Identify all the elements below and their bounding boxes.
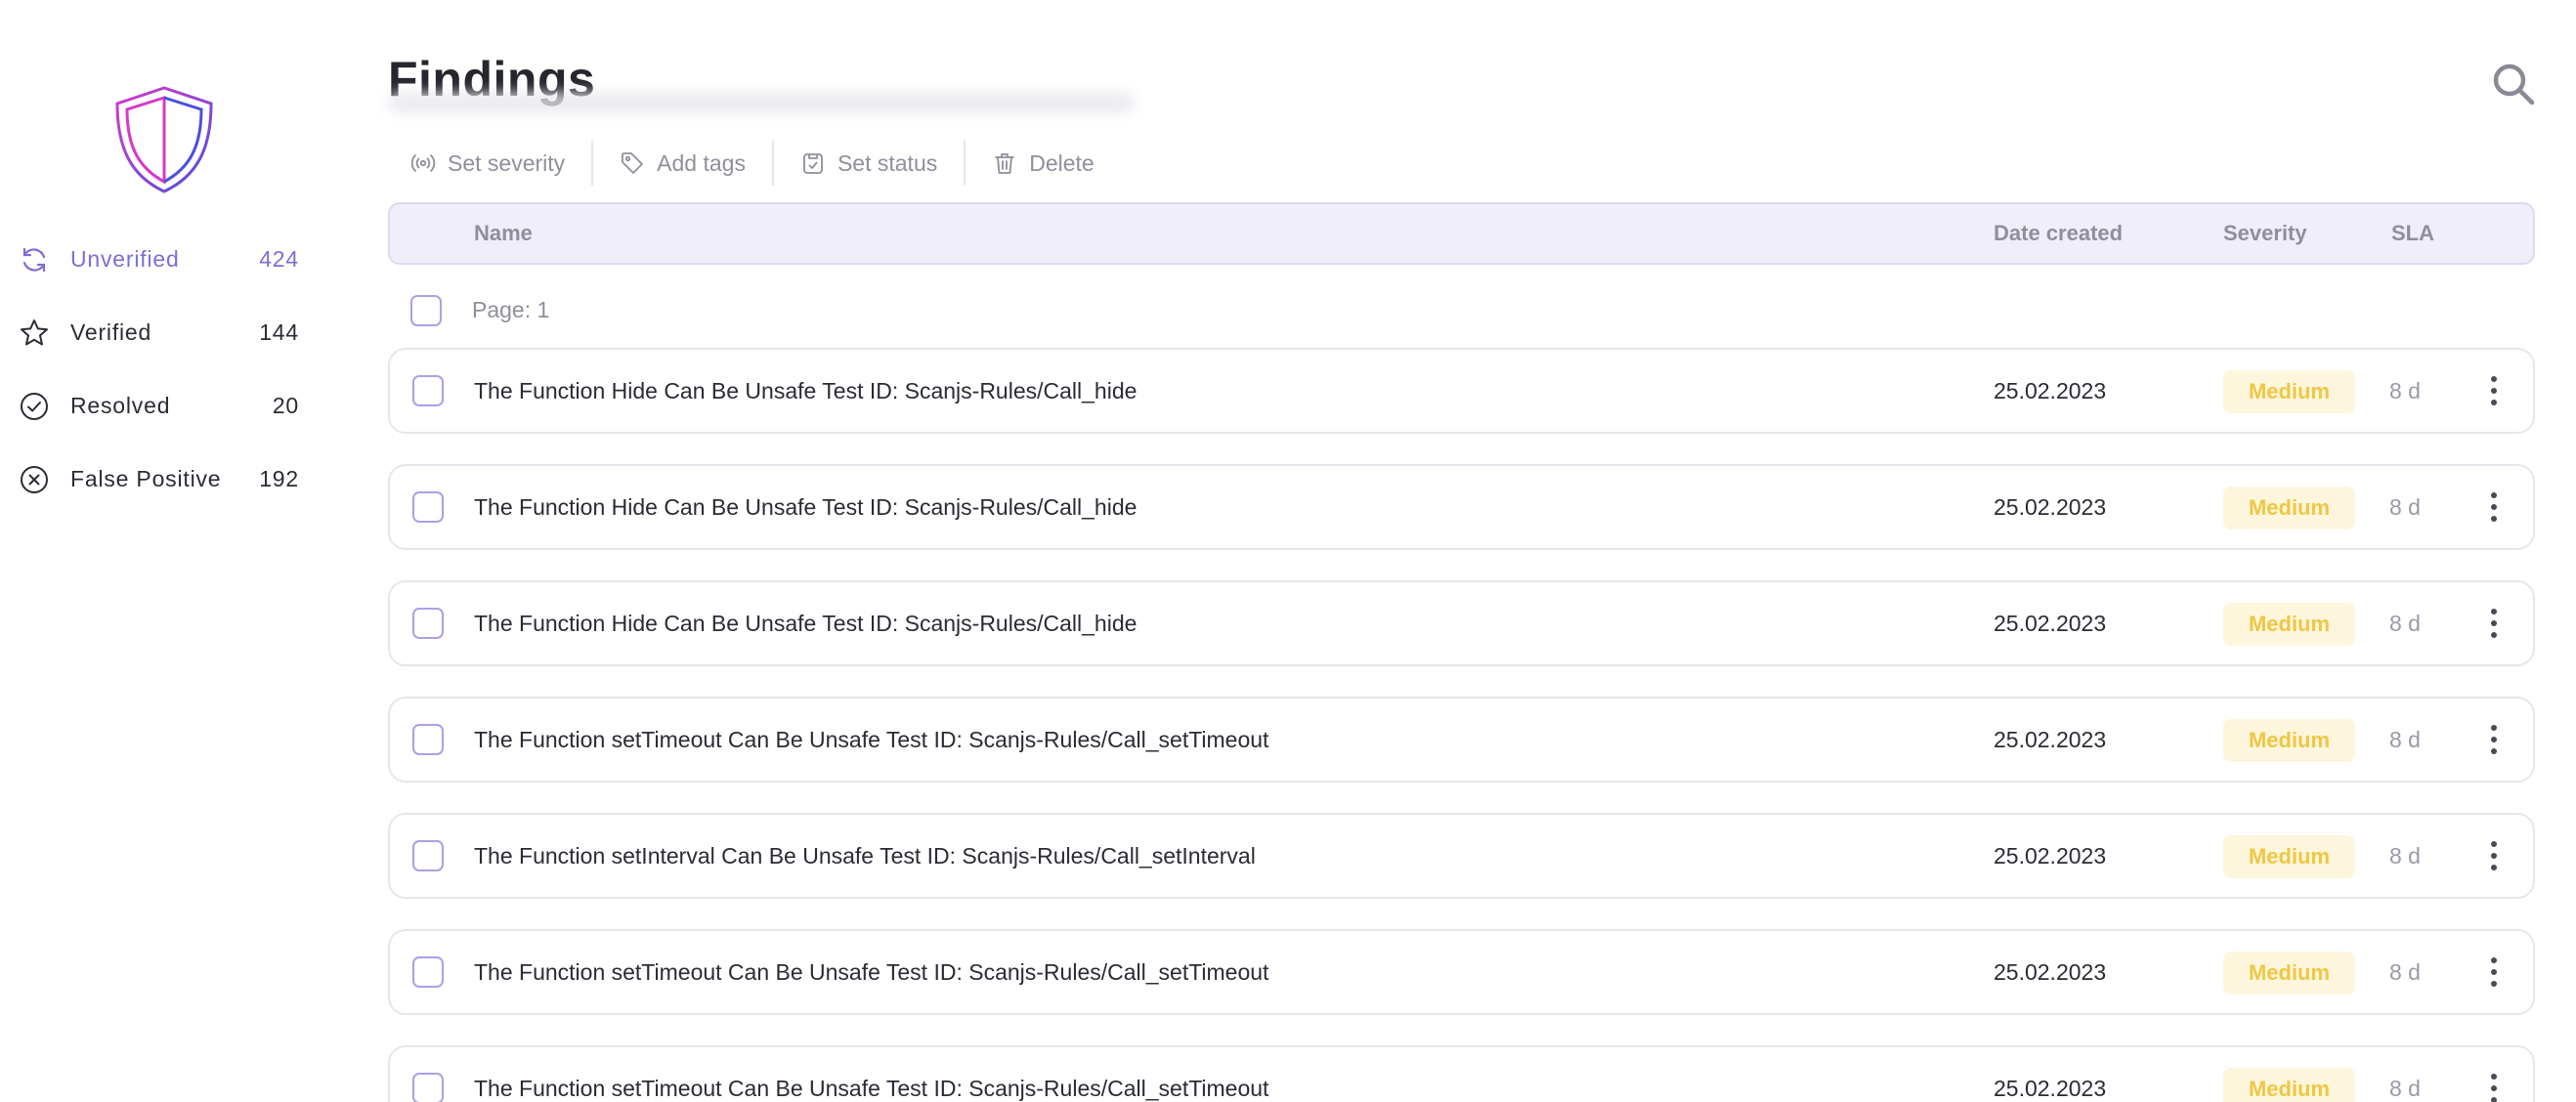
select-page-checkbox[interactable] [410,295,442,326]
more-vertical-icon[interactable] [2482,373,2506,408]
nav-item-false-positive[interactable]: False Positive 192 [0,443,332,516]
severity-badge: Medium [2223,370,2355,413]
column-header-sla[interactable]: SLA [2391,204,2434,263]
sla-value: 8 d [2389,727,2421,752]
date-created: 25.02.2023 [1994,378,2107,403]
status-nav: Unverified 424 Verified 144 Resolved 20 [0,223,332,516]
nav-label: Resolved [70,393,171,418]
table-row[interactable]: The Function setTimeout Can Be Unsafe Te… [388,929,2535,1015]
date-created: 25.02.2023 [1994,611,2107,636]
bulk-actions-toolbar: Set severity Add tags Set status Delete [410,139,1121,188]
more-vertical-icon[interactable] [2482,1071,2506,1102]
star-icon [18,317,51,350]
sidebar: Unverified 424 Verified 144 Resolved 20 [0,0,352,1102]
page-label: Page: 1 [472,297,550,322]
table-header: Name Date created Severity SLA [388,202,2535,265]
shield-logo[interactable] [109,84,219,195]
table-row[interactable]: The Function setTimeout Can Be Unsafe Te… [388,697,2535,783]
row-checkbox[interactable] [412,724,444,755]
table-row[interactable]: The Function Hide Can Be Unsafe Test ID:… [388,580,2535,666]
finding-name[interactable]: The Function Hide Can Be Unsafe Test ID:… [474,582,1137,664]
more-vertical-icon[interactable] [2482,722,2506,757]
x-circle-icon [18,463,51,496]
table-row[interactable]: The Function Hide Can Be Unsafe Test ID:… [388,348,2535,434]
refresh-icon [18,243,51,276]
more-vertical-icon[interactable] [2482,606,2506,641]
nav-item-verified[interactable]: Verified 144 [0,296,332,369]
trash-icon [992,150,1017,176]
search-icon[interactable] [2490,61,2537,107]
severity-badge: Medium [2223,835,2355,878]
nav-label: Unverified [70,246,180,272]
delete-button[interactable]: Delete [966,139,1120,188]
severity-badge: Medium [2223,952,2355,995]
table-row[interactable]: The Function Hide Can Be Unsafe Test ID:… [388,464,2535,550]
set-severity-button[interactable]: Set severity [410,139,591,188]
date-created: 25.02.2023 [1994,959,2107,985]
set-severity-label: Set severity [448,149,566,176]
row-checkbox[interactable] [412,375,444,406]
signal-icon [410,150,436,176]
more-vertical-icon[interactable] [2482,489,2506,525]
row-checkbox[interactable] [412,956,444,988]
finding-name[interactable]: The Function setTimeout Can Be Unsafe Te… [474,699,1268,781]
check-circle-icon [18,390,51,423]
sla-value: 8 d [2389,843,2421,869]
nav-count: 144 [259,319,299,345]
more-vertical-icon[interactable] [2482,954,2506,990]
table-row[interactable]: The Function setInterval Can Be Unsafe T… [388,813,2535,899]
severity-badge: Medium [2223,719,2355,762]
set-status-label: Set status [837,149,938,176]
finding-name[interactable]: The Function Hide Can Be Unsafe Test ID:… [474,466,1137,548]
severity-badge: Medium [2223,1068,2355,1102]
sla-value: 8 d [2389,1076,2421,1101]
severity-badge: Medium [2223,487,2355,530]
finding-name[interactable]: The Function Hide Can Be Unsafe Test ID:… [474,350,1137,432]
row-checkbox[interactable] [412,491,444,523]
sla-value: 8 d [2389,959,2421,985]
column-header-name[interactable]: Name [474,204,533,263]
date-created: 25.02.2023 [1994,727,2107,752]
clipboard-icon [800,150,826,176]
blurred-subtitle [388,92,1135,113]
add-tags-label: Add tags [657,149,746,176]
nav-label: False Positive [70,466,222,491]
more-vertical-icon[interactable] [2482,838,2506,873]
date-created: 25.02.2023 [1994,494,2107,520]
date-created: 25.02.2023 [1994,1076,2107,1101]
add-tags-button[interactable]: Add tags [593,139,772,188]
delete-label: Delete [1029,149,1095,176]
table-row[interactable]: The Function setTimeout Can Be Unsafe Te… [388,1045,2535,1102]
nav-count: 20 [272,393,299,418]
date-created: 25.02.2023 [1994,843,2107,869]
nav-label: Verified [70,319,152,345]
finding-name[interactable]: The Function setTimeout Can Be Unsafe Te… [474,1047,1268,1102]
nav-item-resolved[interactable]: Resolved 20 [0,369,332,443]
sla-value: 8 d [2389,611,2421,636]
row-checkbox[interactable] [412,1073,444,1102]
nav-count: 192 [259,466,299,491]
column-header-date-created[interactable]: Date created [1994,204,2123,263]
column-header-severity[interactable]: Severity [2223,204,2307,263]
row-checkbox[interactable] [412,608,444,639]
row-checkbox[interactable] [412,840,444,871]
finding-name[interactable]: The Function setInterval Can Be Unsafe T… [474,815,1256,897]
sla-value: 8 d [2389,494,2421,520]
tag-icon [620,150,645,176]
severity-badge: Medium [2223,603,2355,646]
finding-name[interactable]: The Function setTimeout Can Be Unsafe Te… [474,931,1268,1013]
nav-count: 424 [259,246,299,272]
sla-value: 8 d [2389,378,2421,403]
nav-item-unverified[interactable]: Unverified 424 [0,223,332,296]
set-status-button[interactable]: Set status [774,139,964,188]
